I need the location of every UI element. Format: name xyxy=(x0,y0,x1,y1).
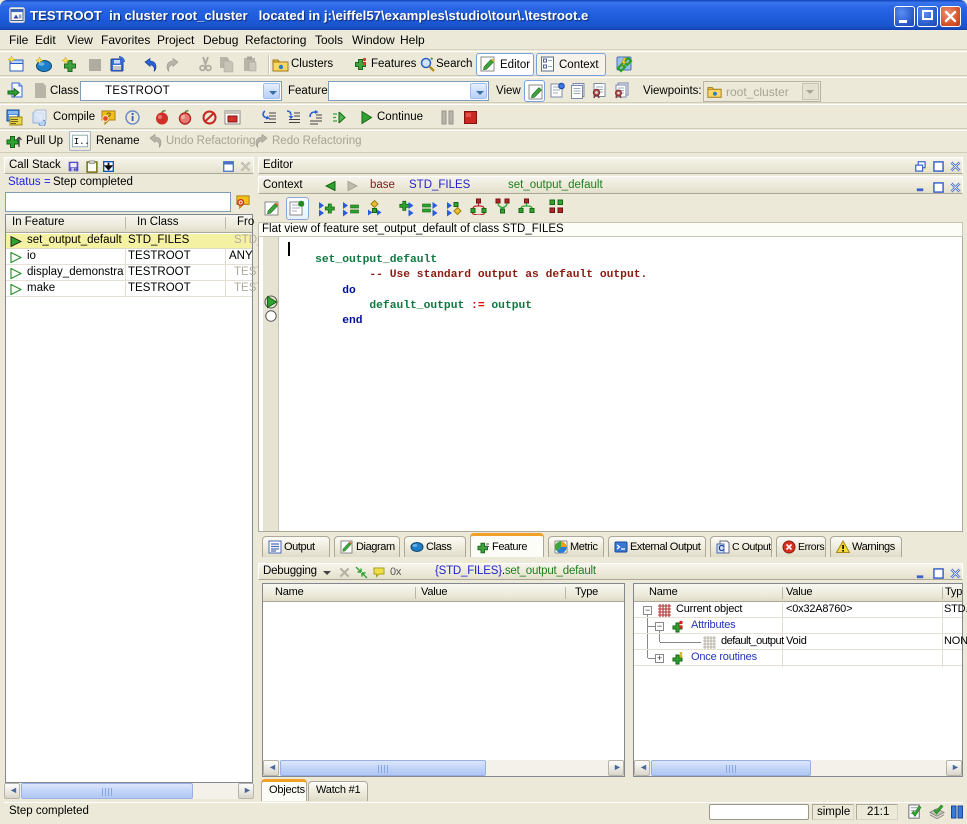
svg-text:C: C xyxy=(719,544,725,553)
svg-text:I...: I... xyxy=(74,137,88,147)
